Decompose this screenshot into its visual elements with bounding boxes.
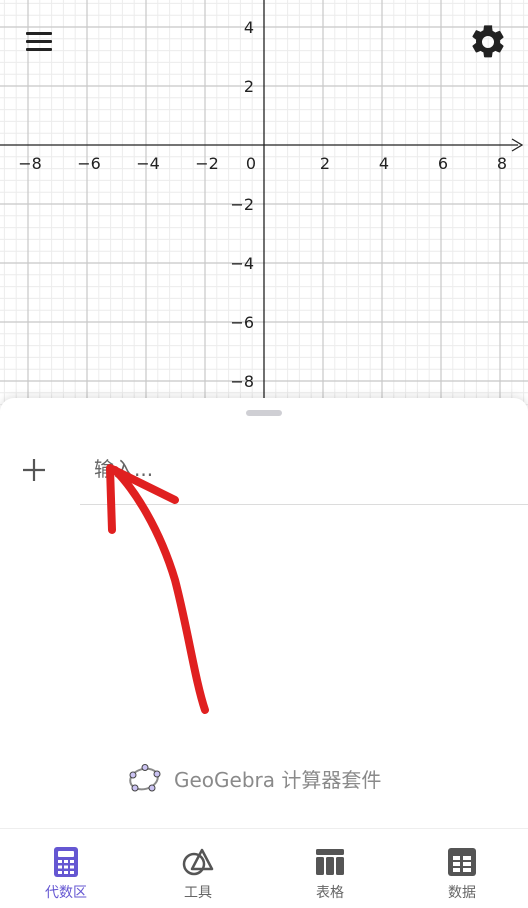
graphics-view[interactable]: −8 −6 −4 −2 2 4 6 8 0 4 2 −2 −4 −6 −8 — [0, 0, 528, 420]
input-row[interactable] — [80, 444, 528, 505]
plus-icon — [23, 459, 45, 481]
brand: GeoGebra 计算器套件 — [126, 760, 381, 796]
y-tick-label: −6 — [230, 313, 254, 332]
x-tick-label: −8 — [18, 154, 42, 173]
nav-item-tools[interactable]: 工具 — [132, 829, 264, 908]
nav-label: 工具 — [184, 885, 212, 901]
spreadsheet-icon — [448, 848, 476, 876]
table-icon — [316, 849, 344, 875]
x-tick-label: 6 — [438, 154, 448, 173]
add-item-button[interactable] — [14, 450, 54, 490]
gear-icon — [472, 25, 504, 58]
x-tick-label: 2 — [320, 154, 330, 173]
drag-handle[interactable] — [246, 410, 282, 416]
y-tick-label: 4 — [244, 18, 254, 37]
nav-item-algebra[interactable]: 代数区 — [0, 829, 132, 908]
y-tick-label: −8 — [230, 372, 254, 391]
algebra-input[interactable] — [92, 450, 496, 488]
x-tick-label: −6 — [77, 154, 101, 173]
settings-button[interactable] — [468, 22, 508, 62]
y-tick-label: 2 — [244, 77, 254, 96]
nav-label: 代数区 — [45, 885, 87, 901]
x-tick-label: −4 — [136, 154, 160, 173]
x-tick-label: 4 — [379, 154, 389, 173]
nav-item-table[interactable]: 表格 — [264, 829, 396, 908]
brand-name: GeoGebra 计算器套件 — [174, 767, 382, 792]
x-tick-label: 8 — [497, 154, 507, 173]
x-tick-label: −2 — [195, 154, 219, 173]
y-tick-label: −4 — [230, 254, 254, 273]
nav-label: 表格 — [316, 885, 344, 901]
shapes-icon — [182, 848, 214, 876]
bottom-navigation: 代数区 工具 表格 数据 — [0, 828, 528, 908]
menu-button[interactable] — [20, 24, 60, 60]
nav-label: 数据 — [448, 885, 476, 901]
y-tick-label: −2 — [230, 195, 254, 214]
calculator-icon — [54, 847, 78, 877]
geogebra-logo-icon — [129, 764, 161, 792]
coordinate-grid[interactable]: −8 −6 −4 −2 2 4 6 8 0 4 2 −2 −4 −6 −8 — [0, 0, 528, 420]
origin-label: 0 — [246, 154, 256, 173]
nav-item-data[interactable]: 数据 — [396, 829, 528, 908]
